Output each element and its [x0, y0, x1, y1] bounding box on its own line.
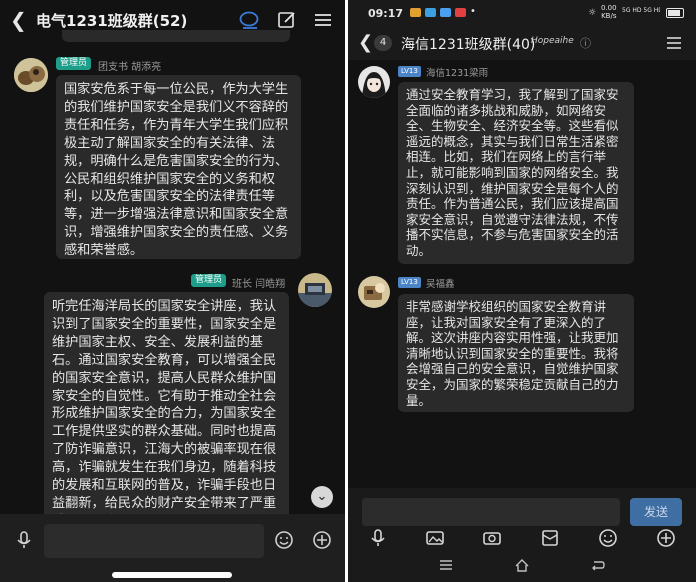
- microphone-icon[interactable]: [14, 530, 34, 550]
- more-notifications-icon: •: [470, 6, 476, 17]
- plus-circle-icon[interactable]: [312, 530, 332, 550]
- message-bubble[interactable]: 国家安危系于每一位公民，作为大学生的我们维护国家安全是我们义不容辞的责任和任务，…: [56, 75, 301, 259]
- emoji-icon[interactable]: [598, 528, 618, 548]
- app-notification-icon: [410, 8, 421, 17]
- back-button[interactable]: ❮: [358, 32, 373, 53]
- chevron-down-icon: ⌄: [316, 489, 328, 504]
- avatar-image: [358, 66, 390, 98]
- level-badge: LV13: [398, 66, 421, 77]
- home-indicator: [112, 572, 232, 578]
- back-nav-icon[interactable]: [590, 558, 606, 572]
- message-input[interactable]: [362, 498, 620, 526]
- back-button[interactable]: ❮: [10, 9, 28, 31]
- avatar-image: [14, 58, 48, 92]
- edit-square-icon[interactable]: [276, 9, 298, 31]
- avatar[interactable]: [358, 66, 390, 98]
- emoji-icon[interactable]: [274, 530, 294, 550]
- status-bar: 09:17 • ☼ 0.00 KB/s 5G HD 5G HD: [348, 0, 696, 26]
- group-signature: Hopeaihe: [531, 36, 574, 46]
- chat-bubble-icon[interactable]: [238, 9, 260, 31]
- microphone-icon[interactable]: [368, 528, 388, 548]
- group-title: 电气1231班级群(52): [36, 12, 188, 30]
- info-icon[interactable]: ⓘ: [580, 35, 591, 51]
- message-text: 国家安危系于每一位公民，作为大学生的我们维护国家安全是我们义不容辞的责任和任务，…: [64, 82, 289, 259]
- message-input[interactable]: [44, 524, 264, 558]
- sender-name: 班长 闫皓翔: [232, 279, 286, 290]
- message-text: 听完任海洋局长的国家安全讲座，我认识到了国家安全的重要性，国家安全是维护国家主权…: [52, 299, 277, 516]
- send-button[interactable]: 发送: [630, 498, 682, 526]
- right-chat-screen: 09:17 • ☼ 0.00 KB/s 5G HD 5G HD ❮ 4 海信12…: [348, 0, 696, 582]
- avatar[interactable]: [298, 273, 332, 307]
- app-notification-icon: [440, 8, 451, 17]
- image-icon[interactable]: [425, 528, 445, 548]
- avatar[interactable]: [358, 276, 390, 308]
- speed-value: 0.00: [601, 4, 617, 12]
- admin-badge: 管理员: [56, 57, 92, 70]
- group-title: 海信1231班级群(40): [401, 37, 536, 53]
- message-bubble[interactable]: 通过安全教育学习，我了解到了国家安全面临的诸多挑战和威胁，如网络安全、生物安全、…: [398, 82, 634, 264]
- camera-icon[interactable]: [482, 528, 502, 548]
- sender-name: 海信1231梁雨: [426, 68, 489, 79]
- unread-count-badge: 4: [374, 35, 392, 51]
- home-icon[interactable]: [514, 558, 530, 572]
- message-bubble[interactable]: 听完任海洋局长的国家安全讲座，我认识到了国家安全的重要性，国家安全是维护国家主权…: [44, 292, 289, 516]
- sender-name: 吴福鑫: [426, 279, 455, 290]
- battery-icon: [666, 8, 684, 18]
- clock: 09:17: [368, 7, 404, 20]
- avatar-image: [298, 273, 332, 307]
- message-text: 非常感谢学校组织的国家安全教育讲座，让我对国家安全有了更深入的了解。这次讲座内容…: [406, 299, 619, 408]
- sender-name: 团支书 胡添亮: [98, 62, 162, 73]
- app-notification-icon: [425, 8, 436, 17]
- chat-header: ❮ 电气1231班级群(52): [0, 0, 345, 40]
- speed-unit: KB/s: [601, 12, 617, 20]
- menu-icon[interactable]: [666, 36, 682, 50]
- input-bar: 发送: [348, 488, 696, 582]
- message-bubble[interactable]: 非常感谢学校组织的国家安全教育讲座，让我对国家安全有了更深入的了解。这次讲座内容…: [398, 294, 634, 412]
- app-notification-icon: [455, 8, 466, 17]
- red-packet-icon[interactable]: [540, 528, 560, 548]
- network-speed: 0.00 KB/s: [601, 4, 617, 20]
- signal-label: 5G HD 5G HD: [622, 7, 660, 14]
- message-text: 通过安全教育学习，我了解到了国家安全面临的诸多挑战和威胁，如网络安全、生物安全、…: [406, 87, 619, 258]
- chat-header: ❮ 4 海信1231班级群(40) Hopeaihe ⓘ: [348, 26, 696, 60]
- level-badge: LV13: [398, 277, 421, 288]
- scroll-to-bottom-button[interactable]: ⌄: [311, 486, 333, 508]
- plus-circle-icon[interactable]: [656, 528, 676, 548]
- left-chat-screen: ❮ 电气1231班级群(52) 管理员 团支书 胡添亮 国家安危系于每一位公民，…: [0, 0, 345, 582]
- recent-apps-icon[interactable]: [438, 558, 454, 572]
- avatar-image: [358, 276, 390, 308]
- mute-icon: ☼: [588, 8, 597, 18]
- menu-icon[interactable]: [312, 9, 334, 31]
- avatar[interactable]: [14, 58, 48, 92]
- admin-badge: 管理员: [191, 274, 227, 287]
